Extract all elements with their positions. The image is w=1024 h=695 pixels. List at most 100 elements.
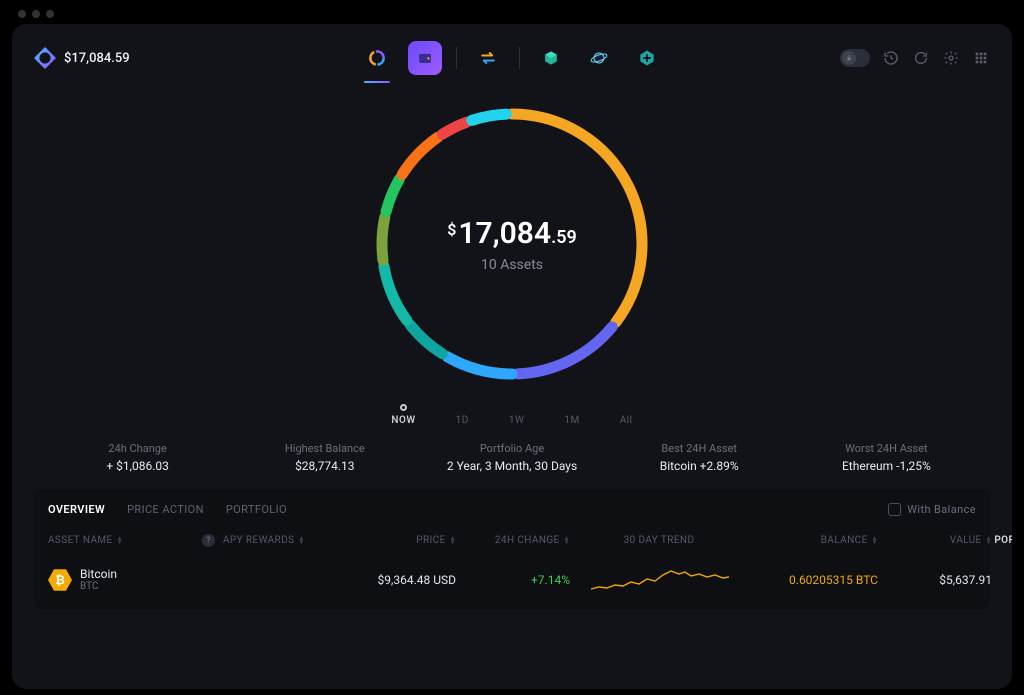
- donut-total: $17,084.59: [447, 216, 577, 251]
- header-balance: $17,084.59: [64, 51, 130, 66]
- stat-value: Ethereum -1,25%: [793, 459, 980, 473]
- asset-name: Bitcoin: [80, 568, 117, 581]
- time-dot-icon: [400, 404, 407, 411]
- time-option-label: 1W: [509, 415, 525, 426]
- sort-icon: ▲▼: [564, 537, 570, 545]
- compound-icon: [541, 48, 561, 68]
- exchange-icon: [478, 48, 498, 68]
- stat-value: $28,774.13: [231, 459, 418, 473]
- donut-icon: [367, 48, 387, 68]
- total-minor: .59: [551, 227, 577, 248]
- col-balance[interactable]: BALANCE▲▼: [748, 535, 878, 546]
- sort-icon: ▲▼: [117, 537, 123, 545]
- stat-label: Portfolio Age: [418, 442, 605, 455]
- time-range-selector: NOW 1D 1W 1M All: [391, 404, 632, 426]
- checkbox-icon: [888, 503, 901, 516]
- traffic-dot: [18, 10, 26, 18]
- stat-label: 24h Change: [44, 442, 231, 455]
- stat-value: Bitcoin +2.89%: [606, 459, 793, 473]
- col-30d-trend: 30 DAY TREND: [574, 535, 744, 546]
- sort-icon: ▲▼: [450, 537, 456, 545]
- help-icon: ?: [202, 534, 215, 547]
- time-option-all[interactable]: All: [620, 415, 633, 426]
- traffic-dot: [32, 10, 40, 18]
- currency-symbol: $: [447, 220, 456, 239]
- stat-value: 2 Year, 3 Month, 30 Days: [418, 459, 605, 473]
- table-tabs: OVERVIEW PRICE ACTION PORTFOLIO With Balan…: [48, 499, 976, 520]
- nav-exchange[interactable]: [471, 41, 505, 75]
- nav-wallet[interactable]: [408, 41, 442, 75]
- with-balance-label: With Balance: [907, 503, 976, 516]
- col-asset-name[interactable]: ASSET NAME▲▼: [48, 535, 198, 546]
- sort-icon: ▲▼: [298, 537, 304, 545]
- stat-label: Highest Balance: [231, 442, 418, 455]
- refresh-icon[interactable]: [912, 49, 930, 67]
- table-tab-portfolio[interactable]: PORTFOLIO: [226, 499, 287, 520]
- traffic-dot: [46, 10, 54, 18]
- table-row[interactable]: ₿ Bitcoin BTC $9,364.48 USD +7.14% 0.602…: [48, 553, 976, 597]
- window-traffic-lights: [12, 8, 1012, 24]
- price-cell: $9,364.48 USD: [336, 573, 456, 587]
- donut-subtitle: 10 Assets: [481, 257, 543, 273]
- nav-divider: [519, 47, 520, 69]
- settings-icon[interactable]: [942, 49, 960, 67]
- top-nav: [360, 41, 664, 75]
- nav-compound[interactable]: [534, 41, 568, 75]
- donut-chart: $17,084.59 10 Assets: [362, 94, 662, 394]
- table-tab-overview[interactable]: OVERVIEW: [48, 499, 105, 520]
- col-24h-change[interactable]: 24H CHANGE▲▼: [460, 535, 570, 546]
- time-option-label: All: [620, 415, 633, 426]
- col-value[interactable]: VALUE▲▼: [882, 535, 992, 546]
- sparkline-icon: [589, 565, 729, 595]
- time-option-label: 1D: [456, 415, 469, 426]
- nav-rewards[interactable]: [582, 41, 616, 75]
- wallet-icon: [415, 48, 435, 68]
- portfolio-pct-cell: 33%: [996, 573, 1012, 587]
- apps-grid-icon[interactable]: [972, 49, 990, 67]
- stat-label: Worst 24H Asset: [793, 442, 980, 455]
- lock-icon: [842, 51, 856, 65]
- time-option-1m[interactable]: 1M: [564, 415, 579, 426]
- time-option-label: 1M: [564, 415, 579, 426]
- lock-toggle[interactable]: [840, 49, 870, 67]
- planet-icon: [589, 48, 609, 68]
- col-apy-rewards[interactable]: ?APY REWARDS▲▼: [202, 534, 332, 547]
- asset-cell: ₿ Bitcoin BTC: [48, 568, 198, 592]
- stat-label: Best 24H Asset: [606, 442, 793, 455]
- nav-apps[interactable]: [630, 41, 664, 75]
- time-option-1d[interactable]: 1D: [456, 415, 469, 426]
- app-window: $17,084.59: [12, 24, 1012, 689]
- history-icon[interactable]: [882, 49, 900, 67]
- nav-divider: [456, 47, 457, 69]
- time-option-1w[interactable]: 1W: [509, 415, 525, 426]
- brand-block: $17,084.59: [34, 47, 130, 69]
- stat-block: Highest Balance $28,774.13: [231, 442, 418, 473]
- asset-symbol: BTC: [80, 581, 117, 592]
- header-bar: $17,084.59: [34, 38, 990, 78]
- table-tab-price-action[interactable]: PRICE ACTION: [127, 499, 204, 520]
- col-price[interactable]: PRICE▲▼: [336, 535, 456, 546]
- total-major: 17,084: [458, 216, 551, 251]
- donut-section: $17,084.59 10 Assets NOW 1D 1W 1M All: [34, 94, 990, 426]
- header-actions: [840, 49, 990, 67]
- sort-icon: ▲▼: [986, 537, 992, 545]
- stat-block: Portfolio Age 2 Year, 3 Month, 30 Days: [418, 442, 605, 473]
- time-option-now[interactable]: NOW: [391, 404, 415, 426]
- donut-center: $17,084.59 10 Assets: [362, 94, 662, 394]
- app-logo-icon: [34, 47, 56, 69]
- with-balance-toggle[interactable]: With Balance: [888, 503, 976, 516]
- value-cell: $5,637.91: [882, 573, 992, 587]
- hex-plus-icon: [637, 48, 657, 68]
- balance-cell: 0.60205315 BTC: [748, 573, 878, 587]
- stat-block: Best 24H Asset Bitcoin +2.89%: [606, 442, 793, 473]
- nav-portfolio[interactable]: [360, 41, 394, 75]
- sort-icon: ▲▼: [872, 537, 878, 545]
- stat-block: Worst 24H Asset Ethereum -1,25%: [793, 442, 980, 473]
- stat-block: 24h Change + $1,086.03: [44, 442, 231, 473]
- asset-icon: ₿: [48, 568, 72, 592]
- table-header-row: ASSET NAME▲▼ ?APY REWARDS▲▼ PRICE▲▼ 24H …: [48, 534, 976, 553]
- change-cell: +7.14%: [460, 573, 570, 587]
- col-portfolio-pct[interactable]: PORTFOLIO %▼: [996, 535, 1012, 546]
- stat-value: + $1,086.03: [44, 459, 231, 473]
- stats-row: 24h Change + $1,086.03Highest Balance $28,…: [34, 442, 990, 487]
